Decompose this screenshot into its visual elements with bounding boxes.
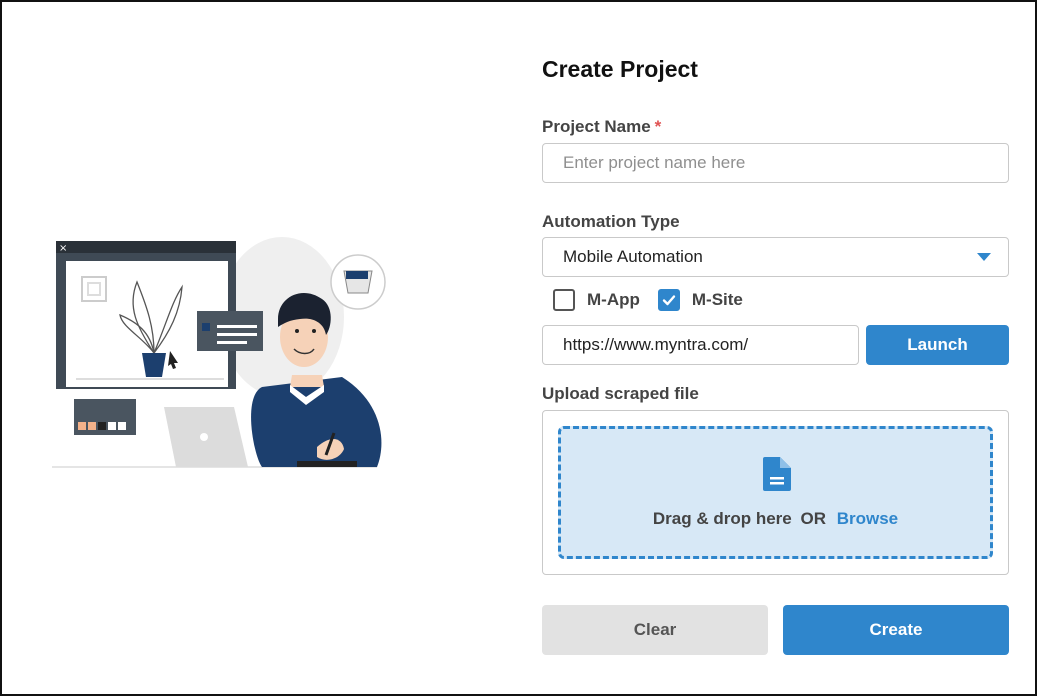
drag-drop-text: Drag & drop here (652, 508, 792, 528)
checkbox-unchecked-icon (553, 289, 575, 311)
required-asterisk: * (654, 117, 662, 136)
upload-label: Upload scraped file (542, 384, 699, 403)
m-site-checkbox[interactable]: M-Site (657, 289, 743, 311)
m-app-label: M-App (587, 290, 640, 309)
url-input[interactable] (542, 325, 859, 365)
url-row: Launch (542, 325, 1009, 365)
m-app-checkbox[interactable]: M-App (553, 289, 640, 311)
clear-button[interactable]: Clear (542, 605, 768, 655)
upload-container: Drag & drop here OR Browse (542, 410, 1009, 575)
app-window: × Create Project Project Name * Enter pr… (0, 0, 1037, 696)
file-dropzone[interactable]: Drag & drop here OR Browse (558, 426, 993, 559)
project-name-label: Project Name * (542, 116, 1009, 138)
document-icon (762, 456, 791, 491)
automation-type-label: Automation Type (542, 212, 680, 231)
person-at-desk-illustration: × (52, 237, 386, 468)
drop-instructions: Drag & drop here OR Browse (653, 509, 898, 529)
m-site-label: M-Site (691, 290, 743, 309)
create-project-form: Create Project Project Name* Automation … (542, 54, 1009, 655)
illustration: × (42, 227, 402, 487)
platform-checkboxes: M-App M-Site (542, 285, 1009, 315)
form-actions: Clear Create (542, 605, 1009, 655)
create-button[interactable]: Create (783, 605, 1009, 655)
launch-button[interactable]: Launch (866, 325, 1009, 365)
checkmark-icon (662, 295, 676, 306)
project-name-label-text: Project Name (542, 117, 651, 136)
automation-type-select[interactable]: Mobile Automation (542, 237, 1009, 277)
checkbox-checked-icon (657, 289, 680, 311)
chevron-down-icon (977, 253, 991, 261)
svg-text:×: × (59, 243, 67, 254)
browse-link[interactable]: Browse (837, 509, 898, 528)
project-name-input[interactable] (542, 143, 1009, 183)
automation-type-value: Mobile Automation (563, 247, 703, 266)
or-text: OR (800, 508, 826, 528)
page-title: Create Project (542, 56, 698, 82)
